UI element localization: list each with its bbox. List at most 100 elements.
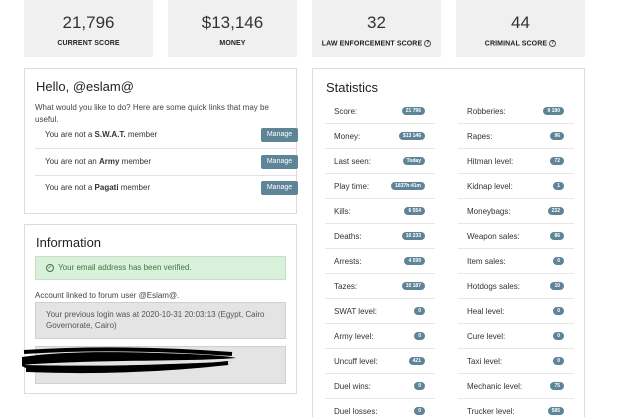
stat-row-label: Mechanic level: bbox=[467, 382, 523, 391]
stat-row: Mechanic level: 75 bbox=[458, 374, 574, 399]
stat-row-label: Money: bbox=[334, 132, 361, 141]
stat-row-label: Hitman level: bbox=[467, 157, 514, 166]
membership-text: You are not a Pagati member bbox=[45, 183, 151, 192]
stat-row: Taxi level: 0 bbox=[458, 349, 574, 374]
stat-row: Play time: 1837h:41m bbox=[325, 174, 435, 199]
stat-row-label: Score: bbox=[334, 107, 358, 116]
stat-row: Arrests: 4 599 bbox=[325, 249, 435, 274]
stat-row: Deaths: 10 233 bbox=[325, 224, 435, 249]
stat-row-badge: 86 bbox=[550, 232, 564, 240]
stat-row: Hitman level: 72 bbox=[458, 149, 574, 174]
stat-row-label: Uncuff level: bbox=[334, 357, 378, 366]
stat-row: Score: 21 796 bbox=[325, 99, 435, 124]
manage-army-button[interactable]: Manage bbox=[261, 155, 298, 169]
hello-title: Hello, @eslam@ bbox=[36, 79, 134, 94]
manage-swat-button[interactable]: Manage bbox=[261, 128, 298, 142]
stat-value: 44 bbox=[511, 13, 530, 32]
stat-row-badge: 0 bbox=[414, 332, 425, 340]
stat-row: Hotdogs sales: 10 bbox=[458, 274, 574, 299]
stat-row: Kidnap level: 1 bbox=[458, 174, 574, 199]
stat-row: Duel wins: 0 bbox=[325, 374, 435, 399]
stat-row-badge: 6 554 bbox=[404, 207, 425, 215]
stat-card-criminal-score: 44 CRIMINAL SCORE ? bbox=[456, 0, 585, 57]
verified-text: Your email address has been verified. bbox=[58, 263, 192, 272]
stat-row-badge: Today bbox=[402, 157, 425, 165]
stat-row-badge: 421 bbox=[408, 357, 425, 365]
hello-intro: What would you like to do? Here are some… bbox=[35, 103, 269, 124]
stat-row-badge: 9 180 bbox=[543, 107, 564, 115]
membership-row-army: You are not an Army member Manage bbox=[35, 151, 298, 176]
stat-row: Last seen: Today bbox=[325, 149, 435, 174]
stat-row-label: Rapes: bbox=[467, 132, 493, 141]
stat-row-label: Kills: bbox=[334, 207, 351, 216]
stat-row-badge: 10 187 bbox=[401, 282, 425, 290]
stat-row-badge: 0 bbox=[414, 382, 425, 390]
membership-row-swat: You are not a S.W.A.T. member Manage bbox=[35, 124, 298, 149]
stat-row-badge: 232 bbox=[547, 207, 564, 215]
check-circle-icon: ✓ bbox=[46, 263, 54, 272]
help-icon[interactable]: ? bbox=[424, 40, 432, 47]
stat-label-text: CRIMINAL SCORE bbox=[484, 40, 548, 48]
stat-row-badge: 4 599 bbox=[404, 257, 425, 265]
stat-row-badge: 10 233 bbox=[401, 232, 425, 240]
stat-row-label: Duel losses: bbox=[334, 407, 378, 416]
stat-value: $13,146 bbox=[201, 13, 264, 32]
stat-row-badge: 0 bbox=[553, 307, 564, 315]
stat-row-badge: 585 bbox=[547, 407, 564, 415]
stat-row: SWAT level: 0 bbox=[325, 299, 435, 324]
last-login-box: Your previous login was at 2020-10-31 20… bbox=[35, 302, 286, 339]
stat-row-label: Taxi level: bbox=[467, 357, 503, 366]
stat-row: Cure level: 0 bbox=[458, 324, 574, 349]
stat-row-badge: 21 796 bbox=[401, 107, 425, 115]
stat-row: Robberies: 9 180 bbox=[458, 99, 574, 124]
membership-text: You are not an Army member bbox=[45, 157, 151, 166]
stat-row: Item sales: 0 bbox=[458, 249, 574, 274]
stat-row-label: Cure level: bbox=[467, 332, 506, 341]
statistics-panel: Statistics Score: 21 796 Money: $13 146 Last… bbox=[312, 68, 585, 417]
stat-row-label: Play time: bbox=[334, 182, 370, 191]
hello-panel: Hello, @eslam@ What would you like to do… bbox=[24, 68, 298, 214]
stat-row-label: Army level: bbox=[334, 332, 374, 341]
stat-row-label: Trucker level: bbox=[467, 407, 515, 416]
stat-row-label: Last seen: bbox=[334, 157, 371, 166]
stat-row-badge: 75 bbox=[550, 382, 564, 390]
stat-label: CRIMINAL SCORE ? bbox=[456, 40, 585, 47]
stat-row: Heal level: 0 bbox=[458, 299, 574, 324]
stat-row: Kills: 6 554 bbox=[325, 199, 435, 224]
stat-row-label: Duel wins: bbox=[334, 382, 371, 391]
stat-card-law-enforcement-score: 32 LAW ENFORCEMENT SCORE ? bbox=[312, 0, 441, 57]
stat-label-text: LAW ENFORCEMENT SCORE bbox=[321, 40, 423, 48]
stat-row-badge: 0 bbox=[414, 407, 425, 415]
stat-row: Duel losses: 0 bbox=[325, 399, 435, 417]
stat-row-label: Tazes: bbox=[334, 282, 358, 291]
stat-row-label: SWAT level: bbox=[334, 307, 377, 316]
help-icon[interactable]: ? bbox=[549, 40, 557, 47]
stat-row-badge: 10 bbox=[550, 282, 564, 290]
redacted-box bbox=[35, 346, 286, 384]
stat-row: Money: $13 146 bbox=[325, 124, 435, 149]
stat-row-label: Kidnap level: bbox=[467, 182, 513, 191]
stat-value: 32 bbox=[367, 13, 386, 32]
membership-row-pagati: You are not a Pagati member Manage bbox=[35, 177, 298, 202]
membership-text: You are not a S.W.A.T. member bbox=[45, 130, 158, 139]
forum-link-text: Account linked to forum user @Eslam@. bbox=[35, 291, 180, 300]
email-verified-alert: ✓ Your email address has been verified. bbox=[35, 256, 286, 280]
statistics-title: Statistics bbox=[326, 80, 379, 95]
stat-row-badge: 0 bbox=[553, 332, 564, 340]
stat-row: Uncuff level: 421 bbox=[325, 349, 435, 374]
stat-row: Army level: 0 bbox=[325, 324, 435, 349]
stat-row-label: Deaths: bbox=[334, 232, 362, 241]
stat-row: Rapes: 96 bbox=[458, 124, 574, 149]
stat-row-badge: 0 bbox=[553, 257, 564, 265]
stat-label: CURRENT SCORE bbox=[57, 40, 120, 47]
information-title: Information bbox=[36, 235, 102, 250]
stat-label: LAW ENFORCEMENT SCORE ? bbox=[312, 40, 441, 47]
stat-label: MONEY bbox=[219, 40, 246, 47]
stat-row: Trucker level: 585 bbox=[458, 399, 574, 417]
stat-row: Moneybags: 232 bbox=[458, 199, 574, 224]
stat-row-label: Heal level: bbox=[467, 307, 505, 316]
stat-row-badge: 1837h:41m bbox=[391, 182, 425, 190]
stat-row-label: Moneybags: bbox=[467, 207, 511, 216]
stat-row-label: Arrests: bbox=[334, 257, 362, 266]
manage-pagati-button[interactable]: Manage bbox=[261, 181, 298, 195]
